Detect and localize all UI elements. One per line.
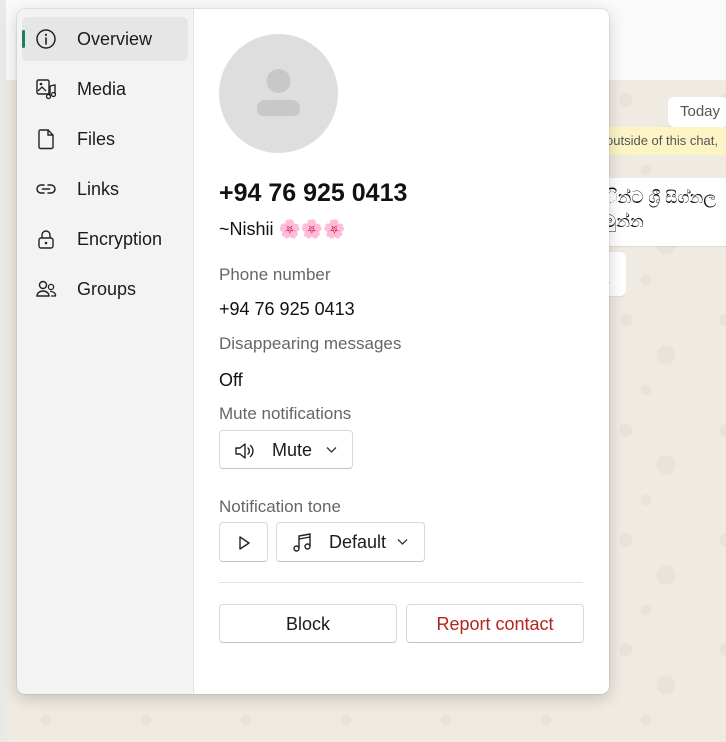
mute-label: Mute [272, 440, 313, 460]
sidebar-item-overview[interactable]: Overview [22, 17, 188, 61]
active-indicator [22, 30, 25, 48]
block-label: Block [285, 614, 330, 634]
overview-content: +94 76 925 0413 ~Nishii 🌸🌸🌸 Phone number… [194, 9, 609, 694]
disappearing-messages-label: Disappearing messages [219, 334, 402, 353]
groups-icon [36, 280, 57, 297]
info-icon [36, 29, 56, 49]
chevron-down-icon [326, 447, 337, 453]
info-sidebar: Overview Media Files Links Encryption Gr… [17, 9, 194, 694]
notification-tone-label: Notification tone [219, 497, 341, 516]
report-contact-button[interactable]: Report contact [406, 604, 584, 643]
chevron-down-icon [397, 539, 408, 545]
sidebar-item-label: Overview [77, 29, 153, 49]
message-text: ින්ට ශ්‍රී සිග්නල මුන්න [604, 188, 717, 231]
sidebar-item-media[interactable]: Media [22, 67, 188, 111]
message-bubble[interactable]: ින්ට ශ්‍රී සිග්නල මුන්න 1. [590, 178, 726, 246]
sidebar-item-groups[interactable]: Groups [22, 267, 188, 311]
phone-number-value[interactable]: +94 76 925 0413 [219, 299, 355, 320]
sidebar-item-encryption[interactable]: Encryption [22, 217, 188, 261]
notification-tone-dropdown[interactable]: Default [276, 522, 425, 562]
play-tone-button[interactable] [219, 522, 268, 562]
mute-dropdown[interactable]: Mute [219, 430, 353, 469]
system-notice: outside of this chat, [600, 127, 726, 155]
music-note-icon [293, 533, 311, 552]
play-icon [239, 536, 250, 550]
sidebar-item-files[interactable]: Files [22, 117, 188, 161]
date-chip: Today [668, 97, 726, 127]
report-contact-label: Report contact [436, 614, 554, 634]
file-icon [38, 129, 54, 150]
avatar[interactable] [219, 34, 338, 153]
block-button[interactable]: Block [219, 604, 397, 643]
link-icon [36, 184, 56, 194]
contact-display-name: ~Nishii 🌸🌸🌸 [219, 219, 346, 239]
contact-info-panel: Overview Media Files Links Encryption Gr… [17, 9, 609, 694]
disappearing-messages-value[interactable]: Off [219, 370, 243, 391]
phone-number-label: Phone number [219, 265, 331, 284]
tone-label: Default [329, 532, 387, 552]
media-icon [36, 79, 57, 100]
sidebar-item-label: Encryption [77, 229, 163, 249]
sidebar-item-links[interactable]: Links [22, 167, 188, 211]
sidebar-item-label: Media [77, 79, 127, 99]
mute-notifications-label: Mute notifications [219, 404, 352, 423]
default-avatar-icon [257, 69, 300, 116]
lock-icon [38, 230, 54, 249]
speaker-icon [235, 443, 254, 459]
divider [219, 582, 583, 583]
sidebar-item-label: Files [77, 129, 116, 149]
contact-title: +94 76 925 0413 [219, 179, 408, 207]
sidebar-item-label: Groups [77, 279, 137, 299]
sidebar-item-label: Links [77, 179, 120, 199]
